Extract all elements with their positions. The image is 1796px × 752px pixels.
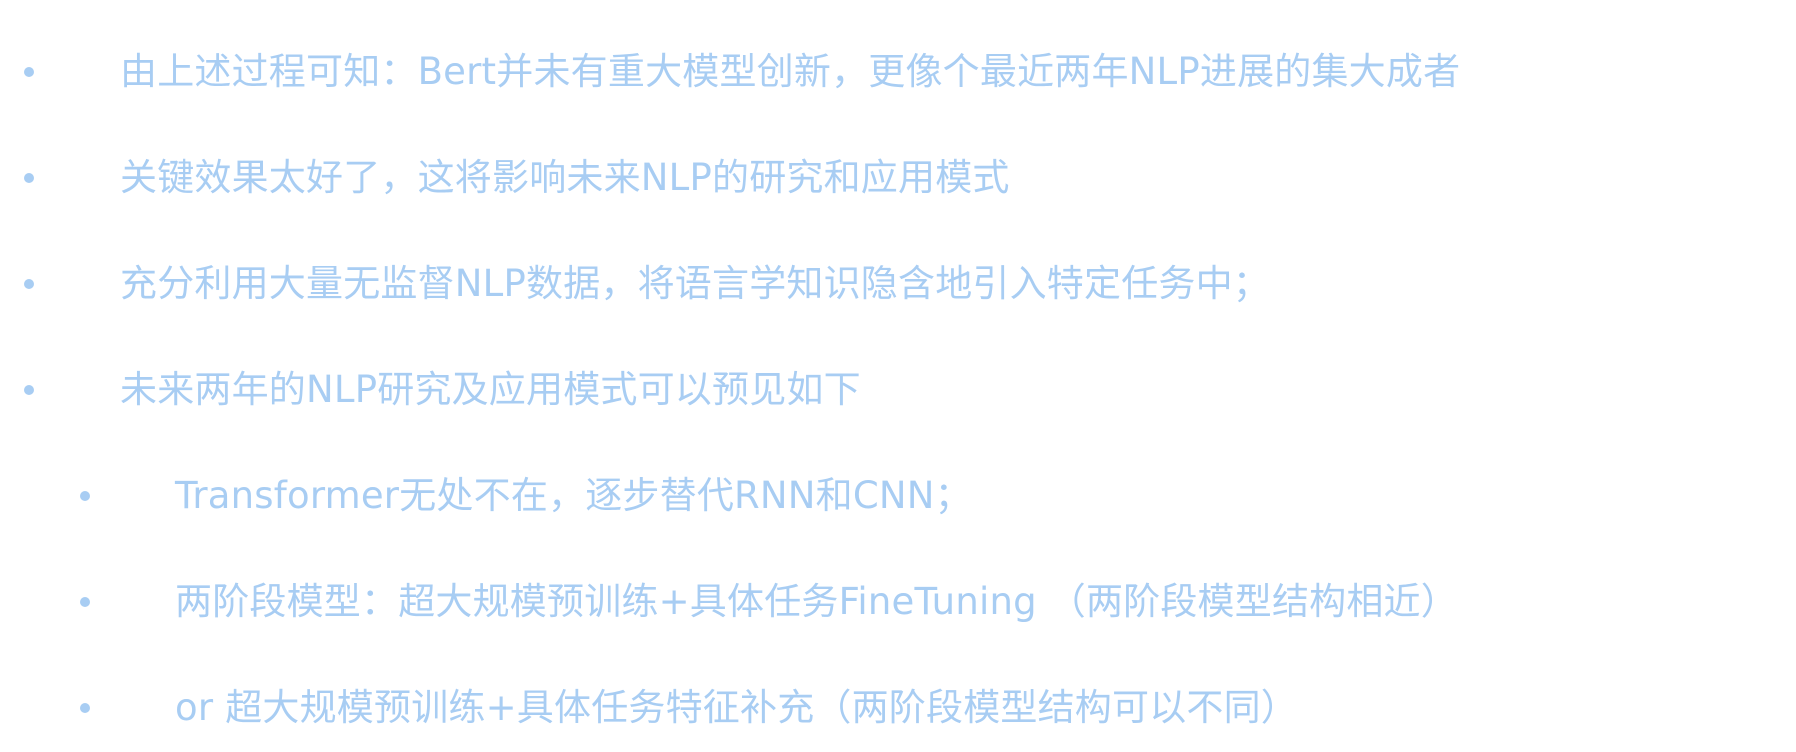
bullet-item: 由上述过程可知：Bert并未有重大模型创新，更像个最近两年NLP进展的集大成者 bbox=[0, 42, 1796, 102]
bullet-dot bbox=[80, 491, 90, 501]
bullet-dot bbox=[24, 279, 34, 289]
sub-bullet-item: 两阶段模型：超大规模预训练+具体任务FineTuning （两阶段模型结构相近） bbox=[0, 572, 1796, 632]
sub-bullet-item: or 超大规模预训练+具体任务特征补充（两阶段模型结构可以不同） bbox=[0, 678, 1796, 738]
slide: 由上述过程可知：Bert并未有重大模型创新，更像个最近两年NLP进展的集大成者 … bbox=[0, 0, 1796, 752]
bullet-text: Transformer无处不在，逐步替代RNN和CNN； bbox=[175, 474, 972, 517]
bullet-dot bbox=[24, 67, 34, 77]
bullet-item: 未来两年的NLP研究及应用模式可以预见如下 bbox=[0, 360, 1796, 420]
bullet-dot bbox=[80, 597, 90, 607]
sub-bullet-item: Transformer无处不在，逐步替代RNN和CNN； bbox=[0, 466, 1796, 526]
bullet-text: 充分利用大量无监督NLP数据，将语言学知识隐含地引入特定任务中； bbox=[120, 262, 1271, 305]
bullet-text: or 超大规模预训练+具体任务特征补充（两阶段模型结构可以不同） bbox=[175, 686, 1299, 729]
bullet-item: 充分利用大量无监督NLP数据，将语言学知识隐含地引入特定任务中； bbox=[0, 254, 1796, 314]
bullet-text: 两阶段模型：超大规模预训练+具体任务FineTuning （两阶段模型结构相近） bbox=[175, 580, 1458, 623]
bullet-item: 关键效果太好了，这将影响未来NLP的研究和应用模式 bbox=[0, 148, 1796, 208]
bullet-text: 由上述过程可知：Bert并未有重大模型创新，更像个最近两年NLP进展的集大成者 bbox=[120, 50, 1461, 93]
bullet-text: 关键效果太好了，这将影响未来NLP的研究和应用模式 bbox=[120, 156, 1010, 199]
bullet-dot bbox=[24, 173, 34, 183]
bullet-dot bbox=[80, 703, 90, 713]
bullet-dot bbox=[24, 385, 34, 395]
bullet-text: 未来两年的NLP研究及应用模式可以预见如下 bbox=[120, 368, 861, 411]
